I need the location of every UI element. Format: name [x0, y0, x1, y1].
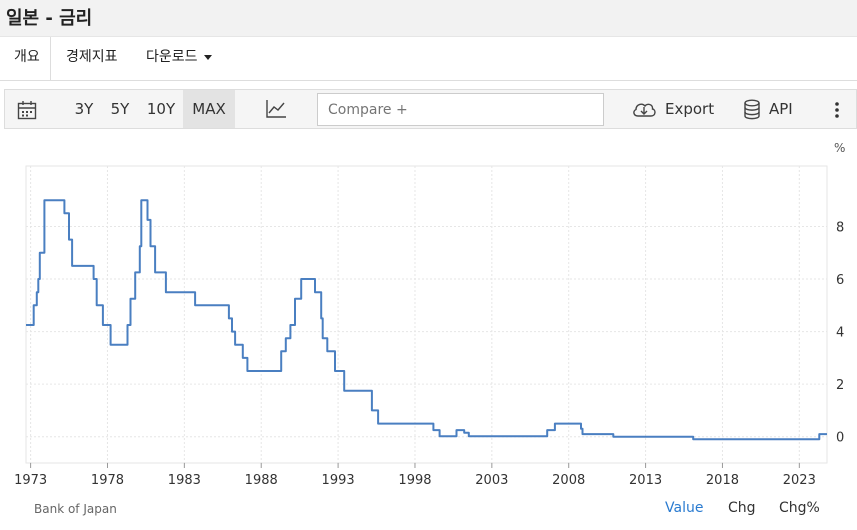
api-label: API: [769, 100, 793, 118]
tab-download-label: 다운로드: [146, 49, 198, 65]
caret-down-icon: [203, 54, 212, 60]
x-tick-label: 1993: [322, 473, 355, 488]
more-options-button[interactable]: [831, 90, 843, 128]
page-header: 일본 - 금리: [0, 0, 857, 37]
range-10y-button[interactable]: 10Y: [141, 90, 181, 128]
y-tick-label: 6: [836, 273, 844, 288]
api-button[interactable]: API: [743, 90, 803, 128]
x-tick-label: 1983: [168, 473, 201, 488]
y-axis-unit-label: %: [834, 141, 845, 155]
range-5y-button[interactable]: 5Y: [103, 90, 137, 128]
tab-chg-pct[interactable]: Chg%: [779, 500, 820, 516]
y-tick-label: 4: [836, 326, 844, 341]
y-tick-label: 0: [836, 431, 844, 446]
x-tick-label: 1998: [398, 473, 431, 488]
chart-toolbar: 3Y 5Y 10Y MAX Export AP: [4, 89, 857, 129]
line-chart-icon: [266, 100, 286, 118]
range-3y-button[interactable]: 3Y: [67, 90, 101, 128]
plot-border: [25, 165, 828, 464]
y-axis: 0 2 4 6 8: [836, 220, 844, 445]
calendar-icon: [17, 101, 37, 120]
app: 일본 - 금리 개요 경제지표 다운로드 3Y 5Y 10Y MAX Compa…: [0, 0, 857, 530]
nav-bar: 개요 경제지표 다운로드: [0, 37, 857, 81]
tab-download[interactable]: 다운로드: [146, 37, 212, 81]
x-axis: 1973 1978 1983 1988 1993 1998 2003 2008 2013 2018…: [14, 463, 816, 488]
export-button[interactable]: Export: [631, 90, 715, 128]
export-label: Export: [665, 100, 715, 118]
line-chart: 0 2 4 6 8 1973 1978 1983 1988 1993 1998 2003 2008 20…: [14, 141, 845, 488]
y-tick-label: 8: [836, 220, 844, 235]
page-title: 일본 - 금리: [6, 8, 93, 29]
x-tick-label: 1973: [14, 473, 47, 488]
database-icon: [744, 99, 760, 120]
compare-input[interactable]: [317, 93, 604, 126]
x-tick-label: 1988: [245, 473, 278, 488]
tab-chg[interactable]: Chg: [728, 500, 756, 516]
x-tick-label: 2013: [629, 473, 662, 488]
x-tick-label: 2003: [475, 473, 508, 488]
range-max-button[interactable]: MAX: [183, 90, 235, 128]
tab-value[interactable]: Value: [665, 500, 703, 516]
more-vertical-icon: [835, 102, 839, 118]
chart-area: 0 2 4 6 8 1973 1978 1983 1988 1993 1998 2003 2008 20…: [4, 130, 857, 526]
source-label: Bank of Japan: [34, 502, 117, 516]
y-tick-label: 2: [836, 378, 844, 393]
chart-grid: [25, 165, 828, 464]
cloud-download-icon: [633, 103, 656, 117]
tab-indicators[interactable]: 경제지표: [66, 37, 118, 81]
series-line: [26, 199, 827, 441]
x-tick-label: 2023: [783, 473, 816, 488]
x-tick-label: 2008: [552, 473, 585, 488]
chart-type-button[interactable]: [265, 90, 289, 128]
chart-series: [26, 199, 827, 441]
tab-overview[interactable]: 개요: [4, 37, 51, 81]
x-tick-label: 1978: [91, 473, 124, 488]
x-tick-label: 2018: [706, 473, 739, 488]
